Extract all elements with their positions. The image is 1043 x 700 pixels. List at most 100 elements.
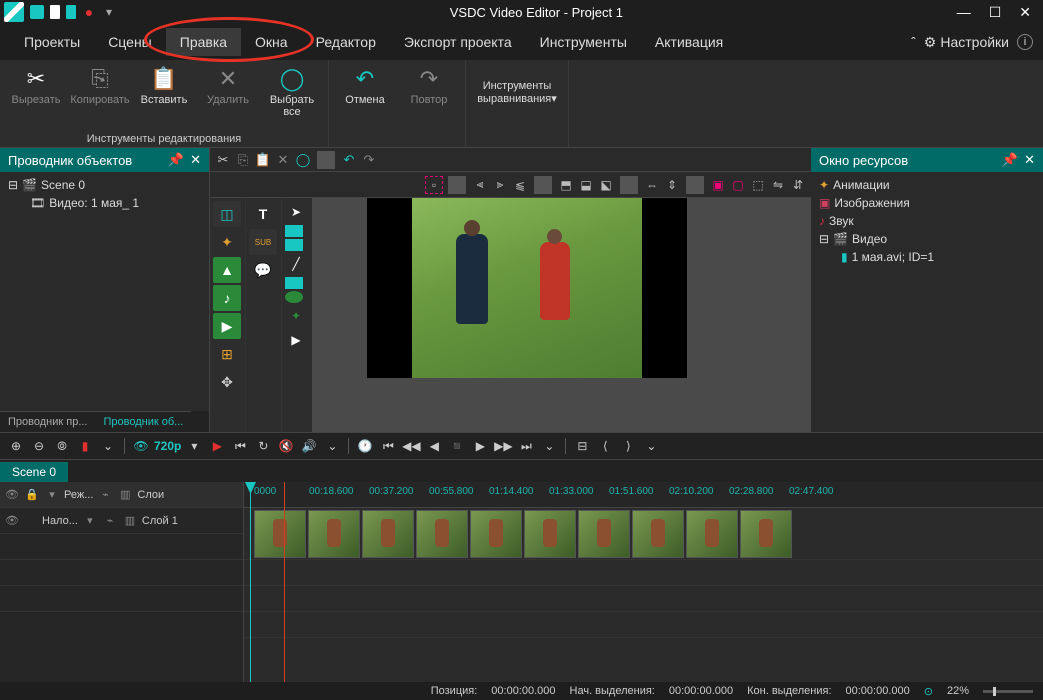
expand-right-icon[interactable]: ⌄ xyxy=(641,436,661,456)
add-chart-icon[interactable]: ◫ xyxy=(213,201,241,227)
line-icon[interactable]: ╱ xyxy=(285,253,307,275)
add-subtitle-icon[interactable]: SUB xyxy=(249,229,277,255)
selectall-button[interactable]: ◯Выбрать все xyxy=(262,64,322,120)
zoom-slider[interactable] xyxy=(983,690,1033,693)
zoom-fit-icon[interactable]: ⊙ xyxy=(924,685,933,698)
qat-doc1-icon[interactable] xyxy=(50,5,60,19)
align-tools-button[interactable]: Инструменты выравнивания▾ xyxy=(472,64,562,107)
mute-icon[interactable]: 🔇 xyxy=(276,436,296,456)
step-fwd-icon[interactable]: ▶ xyxy=(470,436,490,456)
dist-v-icon[interactable]: ⇕ xyxy=(663,176,681,194)
play-button[interactable]: ▶ xyxy=(207,436,227,456)
res-animations[interactable]: ✦Анимации xyxy=(815,176,1039,194)
zoom-value[interactable]: 22% xyxy=(947,685,969,697)
align-sel-icon[interactable]: ▫ xyxy=(425,176,443,194)
clips-strip[interactable] xyxy=(254,510,792,558)
explorer-tab-objects[interactable]: Проводник об... xyxy=(96,411,192,432)
cursor-icon[interactable]: ➤ xyxy=(285,201,307,223)
record-icon[interactable]: ▮ xyxy=(75,436,95,456)
rect3-icon[interactable] xyxy=(285,277,303,289)
expand-center-icon[interactable]: ⌄ xyxy=(322,436,342,456)
crop-icon[interactable]: ⬚ xyxy=(749,176,767,194)
panel-close-icon[interactable]: ✕ xyxy=(1024,152,1035,168)
clip[interactable] xyxy=(524,510,576,558)
pin-icon[interactable]: 📌 xyxy=(1002,152,1018,168)
rewind-icon[interactable]: ◀◀ xyxy=(401,436,421,456)
mini-sel-icon[interactable]: ◯ xyxy=(294,151,312,169)
res-video[interactable]: ⊟🎬Видео xyxy=(815,230,1039,248)
info-icon[interactable]: i xyxy=(1017,34,1033,50)
explorer-tab-projects[interactable]: Проводник пр... xyxy=(0,411,96,432)
qat-dropdown-icon[interactable]: ▾ xyxy=(102,5,116,19)
ellipse-icon[interactable] xyxy=(285,291,303,303)
tl-track-row[interactable]: 👁 Нало... ▾ ⌁ ▥ Слой 1 xyxy=(0,508,243,534)
menu-expand-icon[interactable]: ˆ xyxy=(911,34,916,50)
goto-start-icon[interactable]: ⏮ xyxy=(378,436,398,456)
frame-icon[interactable]: ⦾ xyxy=(52,436,72,456)
add-sprite-icon[interactable]: ✦ xyxy=(213,229,241,255)
settings-button[interactable]: ⚙ Настройки xyxy=(924,34,1009,51)
mini-paste-icon[interactable]: 📋 xyxy=(254,151,272,169)
res-images[interactable]: ▣Изображения xyxy=(815,194,1039,212)
qat-record-icon[interactable]: ● xyxy=(82,5,96,19)
track-wave-icon[interactable]: ⌁ xyxy=(102,514,118,527)
add-grid-icon[interactable]: ⊞ xyxy=(213,341,241,367)
mini-del-icon[interactable]: ✕ xyxy=(274,151,292,169)
menu-scenes[interactable]: Сцены xyxy=(94,28,166,56)
clip[interactable] xyxy=(308,510,360,558)
bars-column-icon[interactable]: ▥ xyxy=(117,488,133,501)
res-sound[interactable]: ♪Звук xyxy=(815,212,1039,230)
step-back-icon[interactable]: ◀ xyxy=(424,436,444,456)
menu-projects[interactable]: Проекты xyxy=(10,28,94,56)
zoom-out-icon[interactable]: ⊖ xyxy=(29,436,49,456)
mini-cut-icon[interactable]: ✂ xyxy=(214,151,232,169)
freeform-icon[interactable]: ✦ xyxy=(285,305,307,327)
add-audio-icon[interactable]: ♪ xyxy=(213,285,241,311)
paste-button[interactable]: 📋Вставить xyxy=(134,64,194,108)
marker-out-icon[interactable]: ⟩ xyxy=(618,436,638,456)
goto-end-icon[interactable]: ⏭ xyxy=(516,436,536,456)
clip[interactable] xyxy=(740,510,792,558)
mini-undo-icon[interactable]: ↶ xyxy=(340,151,358,169)
loop-icon[interactable]: ↻ xyxy=(253,436,273,456)
align-vcenter-icon[interactable]: ⬓ xyxy=(577,176,595,194)
menu-edit[interactable]: Правка xyxy=(166,28,241,56)
menu-editor[interactable]: Редактор xyxy=(302,28,390,56)
group-icon[interactable]: ▣ xyxy=(709,176,727,194)
eye-column-icon[interactable]: 👁 xyxy=(4,488,20,501)
mini-redo-icon[interactable]: ↷ xyxy=(360,151,378,169)
play-icon[interactable]: ▶ xyxy=(285,329,307,351)
object-tree[interactable]: ⊟🎬Scene 0 🎞Видео: 1 мая_ 1 xyxy=(0,172,209,411)
volume-icon[interactable]: 🔊 xyxy=(299,436,319,456)
add-video-icon[interactable]: ▶ xyxy=(213,313,241,339)
quality-dropdown-icon[interactable]: ▾ xyxy=(184,436,204,456)
collapse-icon[interactable]: ⊟ xyxy=(819,232,829,246)
rect-icon[interactable] xyxy=(285,225,303,237)
mini-copy-icon[interactable]: ⎘ xyxy=(234,151,252,169)
zoom-in-icon[interactable]: ⊕ xyxy=(6,436,26,456)
track-eye-icon[interactable]: 👁 xyxy=(4,514,20,527)
timeline-tracks[interactable]: 0000 00:18.600 00:37.200 00:55.800 01:14… xyxy=(244,482,1043,682)
flip-h-icon[interactable]: ⇋ xyxy=(769,176,787,194)
resources-tree[interactable]: ✦Анимации ▣Изображения ♪Звук ⊟🎬Видео ▮1 … xyxy=(811,172,1043,432)
flip-v-icon[interactable]: ⇵ xyxy=(789,176,807,194)
dist-h-icon[interactable]: ⇔ xyxy=(643,176,661,194)
track-bars-icon[interactable]: ▥ xyxy=(122,514,138,527)
tree-scene-node[interactable]: ⊟🎬Scene 0 xyxy=(4,176,205,194)
close-button[interactable]: ✕ xyxy=(1019,4,1031,21)
lock-column-icon[interactable]: 🔒 xyxy=(24,488,40,501)
cut-button[interactable]: ✂Вырезать xyxy=(6,64,66,108)
menu-export[interactable]: Экспорт проекта xyxy=(390,28,526,56)
clock-icon[interactable]: 🕐 xyxy=(355,436,375,456)
fastfwd-icon[interactable]: ▶▶ xyxy=(493,436,513,456)
add-move-icon[interactable]: ✥ xyxy=(213,369,241,395)
add-tooltip-icon[interactable]: 💬 xyxy=(249,257,277,283)
clip[interactable] xyxy=(578,510,630,558)
copy-button[interactable]: ⎘Копировать xyxy=(70,64,130,108)
menu-tools[interactable]: Инструменты xyxy=(526,28,641,56)
playhead[interactable] xyxy=(250,482,251,682)
align-bottom-icon[interactable]: ⬕ xyxy=(597,176,615,194)
panel-close-icon[interactable]: ✕ xyxy=(190,152,201,168)
clip[interactable] xyxy=(686,510,738,558)
marker-in-icon[interactable]: ⟨ xyxy=(595,436,615,456)
